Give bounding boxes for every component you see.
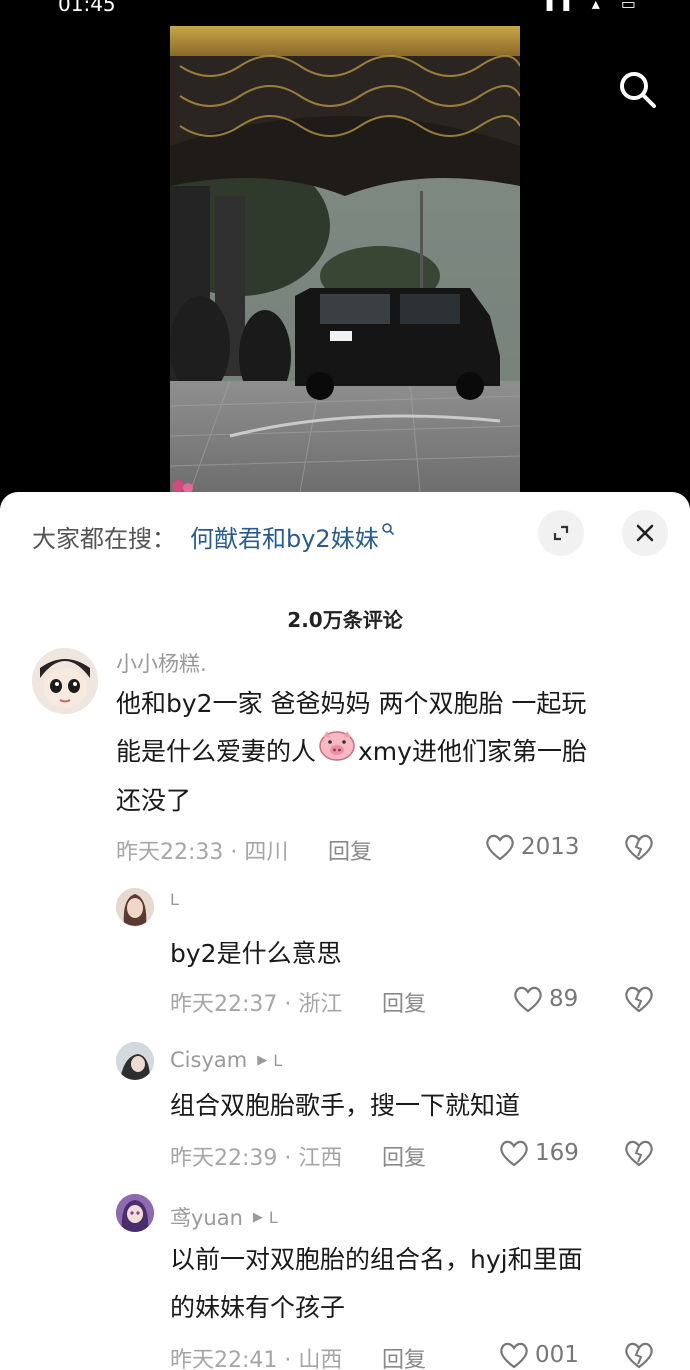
- status-time: 01:45: [58, 0, 116, 16]
- video-frame[interactable]: [170, 26, 520, 492]
- reply-button[interactable]: 回复: [382, 1342, 426, 1370]
- reply-button[interactable]: 回复: [382, 986, 426, 1018]
- reply-arrow-icon: ▶: [252, 1209, 263, 1225]
- like-count: 89: [549, 986, 579, 1012]
- comment-text: 组合双胞胎歌手，搜一下就知道: [170, 1091, 521, 1120]
- close-button[interactable]: [622, 510, 668, 556]
- reply-button[interactable]: 回复: [382, 1140, 426, 1172]
- broken-heart-icon: [625, 1342, 653, 1369]
- reply-target[interactable]: L: [273, 1051, 282, 1070]
- reply-target[interactable]: L: [269, 1208, 278, 1227]
- broken-heart-icon: [625, 1140, 653, 1167]
- search-suggestion: 大家都在搜： 何猷君和by2妹妹: [32, 516, 395, 556]
- comment-username[interactable]: 小小杨糕.: [116, 648, 207, 678]
- like-button[interactable]: 001: [498, 1340, 579, 1370]
- reply-button[interactable]: 回复: [328, 834, 372, 866]
- reply-arrow-icon: ▶: [257, 1052, 268, 1068]
- search-small-icon: [381, 521, 395, 540]
- heart-icon: [514, 986, 542, 1013]
- pig-emoji-icon: [318, 729, 356, 777]
- comment-username[interactable]: 鸢yuan ▶ L: [170, 1202, 278, 1232]
- search-icon: [620, 72, 656, 108]
- dislike-button[interactable]: [622, 832, 656, 866]
- comment-meta: 昨天22:33 · 四川: [116, 840, 289, 865]
- comment-count: 2.0万条评论: [287, 608, 403, 632]
- search-suggestion-link[interactable]: 何猷君和by2妹妹: [190, 519, 379, 554]
- comment-username[interactable]: Cisyam ▶ L: [170, 1048, 282, 1072]
- comment-meta: 昨天22:37 · 浙江: [170, 992, 343, 1017]
- dislike-button[interactable]: [622, 1138, 656, 1172]
- avatar[interactable]: [116, 1042, 154, 1080]
- video-still: [170, 26, 520, 492]
- status-icons: ▮▮ ▴ ▭: [545, 0, 644, 13]
- like-button[interactable]: 169: [498, 1138, 579, 1168]
- heart-icon: [486, 834, 514, 861]
- avatar[interactable]: [116, 888, 154, 926]
- heart-icon: [500, 1140, 528, 1167]
- comment-text-line: 能是什么爱妻的人 xmy进他们家第一胎: [116, 728, 666, 777]
- like-count: 169: [535, 1140, 579, 1166]
- comment-panel: 大家都在搜： 何猷君和by2妹妹 2.0万条评论 小小杨糕. 他和by2一家 爸…: [0, 492, 690, 1370]
- dislike-button[interactable]: [622, 984, 656, 1018]
- dislike-button[interactable]: [622, 1340, 656, 1370]
- status-bar: 01:45 ▮▮ ▴ ▭: [0, 0, 690, 20]
- video-player[interactable]: [0, 20, 690, 492]
- comment-username[interactable]: L: [170, 890, 179, 909]
- like-button[interactable]: 89: [512, 984, 578, 1014]
- comment-meta: 昨天22:41 · 山西: [170, 1348, 343, 1370]
- like-button[interactable]: 2013: [484, 832, 580, 862]
- comment-text: by2是什么意思: [170, 939, 342, 968]
- avatar[interactable]: [116, 1194, 154, 1232]
- comment-text-line: 还没了: [116, 786, 192, 815]
- like-count: 2013: [521, 834, 580, 860]
- search-button[interactable]: [614, 66, 662, 114]
- comment-text: 他和by2一家 爸爸妈妈 两个双胞胎 一起玩 能是什么爱妻的人 xmy进他们家第…: [116, 680, 666, 825]
- search-suggestion-prefix: 大家都在搜：: [32, 524, 176, 553]
- comment-text-line: 的妹妹有个孩子: [170, 1293, 346, 1322]
- avatar[interactable]: [32, 648, 98, 714]
- broken-heart-icon: [625, 986, 653, 1013]
- comment-text-line: 以前一对双胞胎的组合名，hyj和里面: [170, 1245, 583, 1274]
- broken-heart-icon: [625, 834, 653, 861]
- expand-icon: [553, 525, 569, 541]
- expand-button[interactable]: [538, 510, 584, 556]
- comment-meta: 昨天22:39 · 江西: [170, 1146, 343, 1171]
- heart-icon: [500, 1342, 528, 1369]
- comment-text-line: 他和by2一家 爸爸妈妈 两个双胞胎 一起玩: [116, 689, 587, 718]
- close-icon: [636, 524, 654, 542]
- comment-text: 以前一对双胞胎的组合名，hyj和里面 的妹妹有个孩子: [170, 1236, 670, 1332]
- like-count: 001: [535, 1342, 579, 1368]
